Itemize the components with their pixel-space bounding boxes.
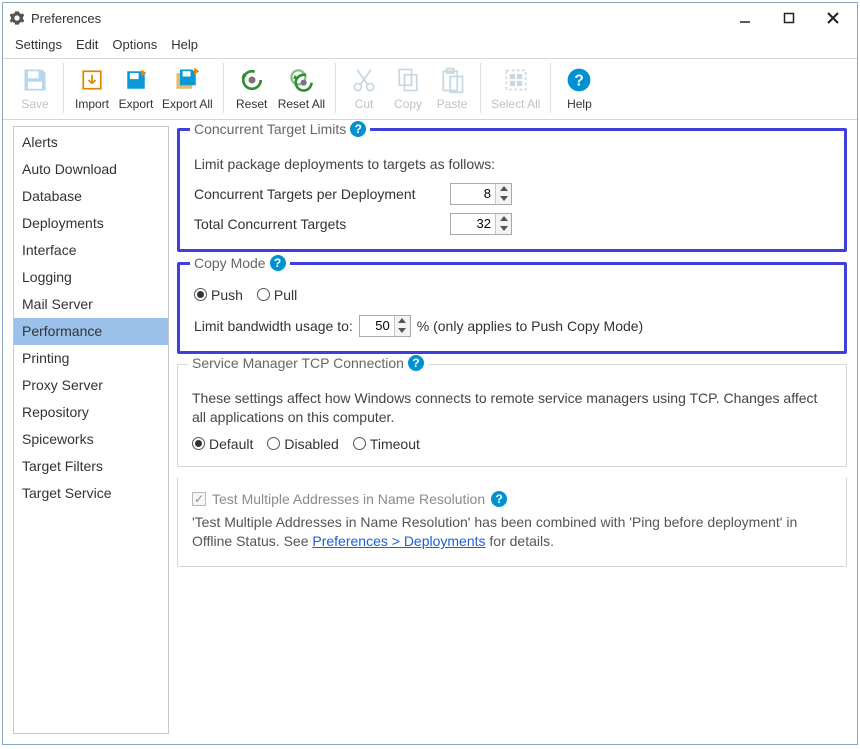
spin-up-icon: [496, 184, 511, 194]
copy-button: Copy: [386, 63, 430, 113]
copy-mode-radios: Push Pull: [194, 287, 830, 303]
svg-text:?: ?: [575, 72, 585, 89]
reset-button[interactable]: Reset: [230, 63, 274, 113]
sidebar[interactable]: AlertsAuto DownloadDatabaseDeploymentsIn…: [13, 126, 169, 734]
help-icon[interactable]: ?: [491, 491, 507, 507]
per-deployment-row: Concurrent Targets per Deployment: [194, 183, 830, 205]
bandwidth-row: Limit bandwidth usage to: % (only applie…: [194, 315, 830, 337]
svc-radios: Default Disabled Timeout: [192, 436, 832, 452]
sidebar-item-printing[interactable]: Printing: [14, 345, 168, 372]
cut-icon: [349, 65, 379, 95]
radio-icon: [353, 437, 366, 450]
menu-options[interactable]: Options: [112, 37, 157, 52]
help-icon[interactable]: ?: [408, 355, 424, 371]
help-icon[interactable]: ?: [350, 121, 366, 137]
preferences-window: Preferences Settings Edit Options Help S…: [2, 2, 858, 745]
group-legend: Service Manager TCP Connection ?: [188, 355, 428, 371]
maximize-button[interactable]: [767, 4, 811, 32]
reset-all-icon: [286, 65, 316, 95]
radio-icon: [267, 437, 280, 450]
radio-icon: [194, 288, 207, 301]
settings-panel: Concurrent Target Limits ? Limit package…: [177, 126, 847, 734]
sidebar-item-target-filters[interactable]: Target Filters: [14, 453, 168, 480]
push-radio[interactable]: Push: [194, 287, 243, 303]
spin-down-icon: [395, 326, 410, 336]
preferences-deployments-link[interactable]: Preferences > Deployments: [312, 533, 485, 549]
minimize-button[interactable]: [723, 4, 767, 32]
group-legend: Copy Mode ?: [190, 255, 290, 271]
name-res-checkbox: [192, 492, 206, 506]
bandwidth-input[interactable]: [360, 316, 394, 336]
limits-desc: Limit package deployments to targets as …: [194, 155, 830, 175]
spin-up-icon: [395, 316, 410, 326]
bandwidth-spinner[interactable]: [359, 315, 411, 337]
window-controls: [723, 4, 855, 32]
svc-default-radio[interactable]: Default: [192, 436, 253, 452]
sidebar-item-deployments[interactable]: Deployments: [14, 210, 168, 237]
svc-disabled-radio[interactable]: Disabled: [267, 436, 338, 452]
name-res-check-row: Test Multiple Addresses in Name Resoluti…: [192, 491, 832, 507]
export-button[interactable]: Export: [114, 63, 158, 113]
sidebar-item-alerts[interactable]: Alerts: [14, 129, 168, 156]
name-res-note: 'Test Multiple Addresses in Name Resolut…: [192, 513, 832, 552]
radio-icon: [192, 437, 205, 450]
menu-help[interactable]: Help: [171, 37, 198, 52]
paste-icon: [437, 65, 467, 95]
group-legend: Concurrent Target Limits ?: [190, 121, 370, 137]
sidebar-item-interface[interactable]: Interface: [14, 237, 168, 264]
cut-button: Cut: [342, 63, 386, 113]
name-res-label: Test Multiple Addresses in Name Resoluti…: [212, 491, 485, 507]
total-targets-input[interactable]: [451, 214, 495, 234]
import-icon: [77, 65, 107, 95]
export-all-button[interactable]: Export All: [158, 63, 217, 113]
total-targets-row: Total Concurrent Targets: [194, 213, 830, 235]
total-targets-spinner[interactable]: [450, 213, 512, 235]
select-all-button: Select All: [487, 63, 544, 113]
svc-desc: These settings affect how Windows connec…: [192, 389, 832, 428]
help-icon: ?: [564, 65, 594, 95]
radio-icon: [257, 288, 270, 301]
import-button[interactable]: Import: [70, 63, 114, 113]
menu-edit[interactable]: Edit: [76, 37, 98, 52]
svc-timeout-radio[interactable]: Timeout: [353, 436, 420, 452]
content: AlertsAuto DownloadDatabaseDeploymentsIn…: [3, 120, 857, 744]
export-all-icon: [172, 65, 202, 95]
sidebar-item-performance[interactable]: Performance: [14, 318, 168, 345]
paste-button: Paste: [430, 63, 474, 113]
pull-radio[interactable]: Pull: [257, 287, 297, 303]
menubar: Settings Edit Options Help: [3, 33, 857, 58]
menu-settings[interactable]: Settings: [15, 37, 62, 52]
sidebar-item-target-service[interactable]: Target Service: [14, 480, 168, 507]
sidebar-item-logging[interactable]: Logging: [14, 264, 168, 291]
spin-up-icon: [496, 214, 511, 224]
close-button[interactable]: [811, 4, 855, 32]
help-icon[interactable]: ?: [270, 255, 286, 271]
name-resolution-group: Test Multiple Addresses in Name Resoluti…: [177, 477, 847, 567]
export-icon: [121, 65, 151, 95]
save-button: Save: [13, 63, 57, 113]
sidebar-item-database[interactable]: Database: [14, 183, 168, 210]
spin-down-icon: [496, 224, 511, 234]
help-button[interactable]: ? Help: [557, 63, 601, 113]
sidebar-item-repository[interactable]: Repository: [14, 399, 168, 426]
service-manager-group: Service Manager TCP Connection ? These s…: [177, 364, 847, 467]
titlebar: Preferences: [3, 3, 857, 33]
reset-icon: [237, 65, 267, 95]
gear-icon: [9, 10, 25, 26]
toolbar: Save Import Export Export All: [3, 58, 857, 120]
sidebar-item-mail-server[interactable]: Mail Server: [14, 291, 168, 318]
save-icon: [20, 65, 50, 95]
window-title: Preferences: [31, 11, 723, 26]
per-deployment-input[interactable]: [451, 184, 495, 204]
sidebar-item-proxy-server[interactable]: Proxy Server: [14, 372, 168, 399]
copy-icon: [393, 65, 423, 95]
concurrent-target-limits-group: Concurrent Target Limits ? Limit package…: [177, 128, 847, 252]
copy-mode-group: Copy Mode ? Push Pull Limit bandwidth us…: [177, 262, 847, 354]
reset-all-button[interactable]: Reset All: [274, 63, 329, 113]
spin-down-icon: [496, 194, 511, 204]
per-deployment-spinner[interactable]: [450, 183, 512, 205]
sidebar-item-auto-download[interactable]: Auto Download: [14, 156, 168, 183]
select-all-icon: [501, 65, 531, 95]
sidebar-item-spiceworks[interactable]: Spiceworks: [14, 426, 168, 453]
